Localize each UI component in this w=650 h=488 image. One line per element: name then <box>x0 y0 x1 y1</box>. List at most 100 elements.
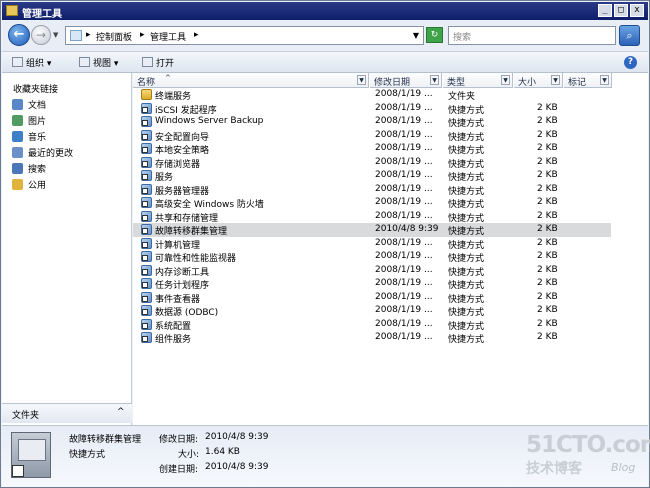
sidebar-item-4[interactable]: 搜索 <box>12 162 46 176</box>
cell-name: 可靠性和性能监视器 <box>155 254 237 264</box>
shortcut-icon <box>141 156 152 168</box>
table-row[interactable]: 数据源 (ODBC) 2008/1/19 ... 快捷方式 2 KB <box>133 304 611 318</box>
cell-type: 快捷方式 <box>448 308 485 318</box>
table-row[interactable]: 安全配置向导 2008/1/19 ... 快捷方式 2 KB <box>133 129 611 143</box>
sidebar-item-5[interactable]: 公用 <box>12 178 46 192</box>
cell-date: 2008/1/19 ... <box>375 318 433 329</box>
cell-size: 2 KB <box>537 318 558 329</box>
cell-size: 2 KB <box>537 129 558 140</box>
breadcrumb-separator-icon[interactable]: ▸ <box>86 30 91 40</box>
details-created-value: 2010/4/8 9:39 <box>205 462 269 472</box>
sidebar-item-3[interactable]: 最近的更改 <box>12 146 73 160</box>
pictures-icon <box>12 115 23 126</box>
sidebar-item-0[interactable]: 文档 <box>12 98 46 112</box>
cell-date: 2008/1/19 ... <box>375 264 433 275</box>
cell-date: 2008/1/19 ... <box>375 278 433 288</box>
cell-size: 2 KB <box>537 264 558 275</box>
shortcut-icon <box>141 210 152 222</box>
folders-toggle[interactable]: 文件夹 ^ <box>2 403 132 423</box>
cell-size: 2 KB <box>537 116 558 126</box>
cell-name: Windows Server Backup <box>155 116 264 126</box>
minimize-button[interactable]: _ <box>598 4 612 17</box>
table-row[interactable]: 事件查看器 2008/1/19 ... 快捷方式 2 KB <box>133 291 611 305</box>
shortcut-icon <box>141 237 152 249</box>
cell-date: 2008/1/19 ... <box>375 210 433 221</box>
breadcrumb-admin-tools[interactable]: 管理工具 <box>150 30 186 43</box>
breadcrumb-control-panel[interactable]: 控制面板 <box>96 30 132 43</box>
breadcrumb-separator-icon[interactable]: ▸ <box>140 30 145 40</box>
cell-name: 服务器管理器 <box>155 186 210 197</box>
table-row[interactable]: 终端服务 2008/1/19 ... 文件夹 <box>133 88 611 102</box>
column-header-name[interactable]: 名称 ^ ▼ <box>133 73 369 88</box>
table-row[interactable]: 服务 2008/1/19 ... 快捷方式 2 KB <box>133 169 611 183</box>
maximize-button[interactable]: □ <box>614 4 628 17</box>
table-row[interactable]: 组件服务 2008/1/19 ... 快捷方式 2 KB <box>133 331 611 345</box>
table-row[interactable]: 故障转移群集管理 2010/4/8 9:39 快捷方式 2 KB <box>133 223 611 237</box>
shortcut-icon <box>141 305 152 316</box>
table-row[interactable]: 存储浏览器 2008/1/19 ... 快捷方式 2 KB <box>133 156 611 170</box>
table-row[interactable]: 高级安全 Windows 防火墙 2008/1/19 ... 快捷方式 2 KB <box>133 196 611 210</box>
cell-type: 快捷方式 <box>448 200 485 210</box>
cell-type: 快捷方式 <box>448 335 485 345</box>
table-row[interactable]: 可靠性和性能监视器 2008/1/19 ... 快捷方式 2 KB <box>133 250 611 264</box>
column-name-label: 名称 <box>137 78 156 88</box>
column-header-tags[interactable]: 标记 ▼ <box>564 73 612 88</box>
filter-dropdown-icon[interactable]: ▼ <box>430 75 439 85</box>
recent-pages-dropdown[interactable]: ▼ <box>53 31 58 39</box>
command-bar: 组织 ▾ 视图 ▾ 打开 ? <box>2 51 648 73</box>
views-button[interactable]: 视图 ▾ <box>79 56 118 69</box>
search-icon[interactable]: ⌕ <box>619 25 640 46</box>
breadcrumb-separator-icon[interactable]: ▸ <box>194 30 199 40</box>
sidebar-item-2[interactable]: 音乐 <box>12 130 46 144</box>
table-row[interactable]: 系统配置 2008/1/19 ... 快捷方式 2 KB <box>133 318 611 332</box>
table-row[interactable]: Windows Server Backup 2008/1/19 ... 快捷方式 2 … <box>133 115 611 129</box>
cell-name: 本地安全策略 <box>155 146 210 156</box>
cell-size: 2 KB <box>537 197 558 207</box>
address-bar[interactable]: ▸ 控制面板 ▸ 管理工具 ▸ ▼ <box>65 26 424 45</box>
sidebar-item-label: 最近的更改 <box>28 149 74 159</box>
shortcut-icon <box>141 251 152 262</box>
filter-dropdown-icon[interactable]: ▼ <box>501 75 510 85</box>
table-row[interactable]: 共享和存储管理 2008/1/19 ... 快捷方式 2 KB <box>133 210 611 224</box>
cell-type: 快捷方式 <box>448 186 485 197</box>
column-header-type[interactable]: 类型 ▼ <box>443 73 513 88</box>
forward-button[interactable]: → <box>31 25 51 45</box>
close-button[interactable]: x <box>630 4 644 17</box>
table-row[interactable]: 内存诊断工具 2008/1/19 ... 快捷方式 2 KB <box>133 264 611 278</box>
cell-date: 2008/1/19 ... <box>375 102 433 113</box>
filter-dropdown-icon[interactable]: ▼ <box>551 75 560 85</box>
details-size-label: 大小: <box>178 450 200 460</box>
open-button[interactable]: 打开 <box>142 56 174 69</box>
cell-name: 故障转移群集管理 <box>155 227 228 237</box>
shortcut-icon <box>141 102 152 114</box>
column-header-size[interactable]: 大小 ▼ <box>514 73 563 88</box>
cluster-shortcut-icon <box>11 432 51 478</box>
back-button[interactable]: ← <box>8 24 30 46</box>
table-row[interactable]: 本地安全策略 2008/1/19 ... 快捷方式 2 KB <box>133 142 611 156</box>
table-row[interactable]: 计算机管理 2008/1/19 ... 快捷方式 2 KB <box>133 237 611 251</box>
filter-dropdown-icon[interactable]: ▼ <box>357 75 366 85</box>
help-icon[interactable]: ? <box>624 56 637 69</box>
cell-type: 快捷方式 <box>448 159 485 170</box>
column-header-date[interactable]: 修改日期 ▼ <box>370 73 442 88</box>
column-type-label: 类型 <box>447 78 466 88</box>
cell-type: 快捷方式 <box>448 119 485 129</box>
cell-date: 2008/1/19 ... <box>375 291 433 302</box>
title-bar: 管理工具 _ □ x <box>2 2 648 20</box>
table-row[interactable]: 任务计划程序 2008/1/19 ... 快捷方式 2 KB <box>133 277 611 291</box>
details-modified-value: 2010/4/8 9:39 <box>205 432 269 442</box>
refresh-button[interactable]: ↻ <box>426 27 443 43</box>
search-input[interactable]: 搜索 <box>448 26 616 45</box>
organize-button[interactable]: 组织 ▾ <box>12 56 51 69</box>
sidebar-item-label: 图片 <box>28 117 47 127</box>
table-row[interactable]: 服务器管理器 2008/1/19 ... 快捷方式 2 KB <box>133 183 611 197</box>
sidebar-item-1[interactable]: 图片 <box>12 114 46 128</box>
cell-date: 2008/1/19 ... <box>375 170 433 180</box>
table-row[interactable]: iSCSI 发起程序 2008/1/19 ... 快捷方式 2 KB <box>133 102 611 116</box>
filter-dropdown-icon[interactable]: ▼ <box>600 75 609 85</box>
shortcut-icon <box>141 224 152 235</box>
cell-name: 任务计划程序 <box>155 281 210 291</box>
address-dropdown-icon[interactable]: ▼ <box>413 31 419 40</box>
address-row: ← → ▼ ▸ 控制面板 ▸ 管理工具 ▸ ▼ ↻ 搜索 ⌕ <box>2 20 648 51</box>
shortcut-icon <box>141 197 152 208</box>
